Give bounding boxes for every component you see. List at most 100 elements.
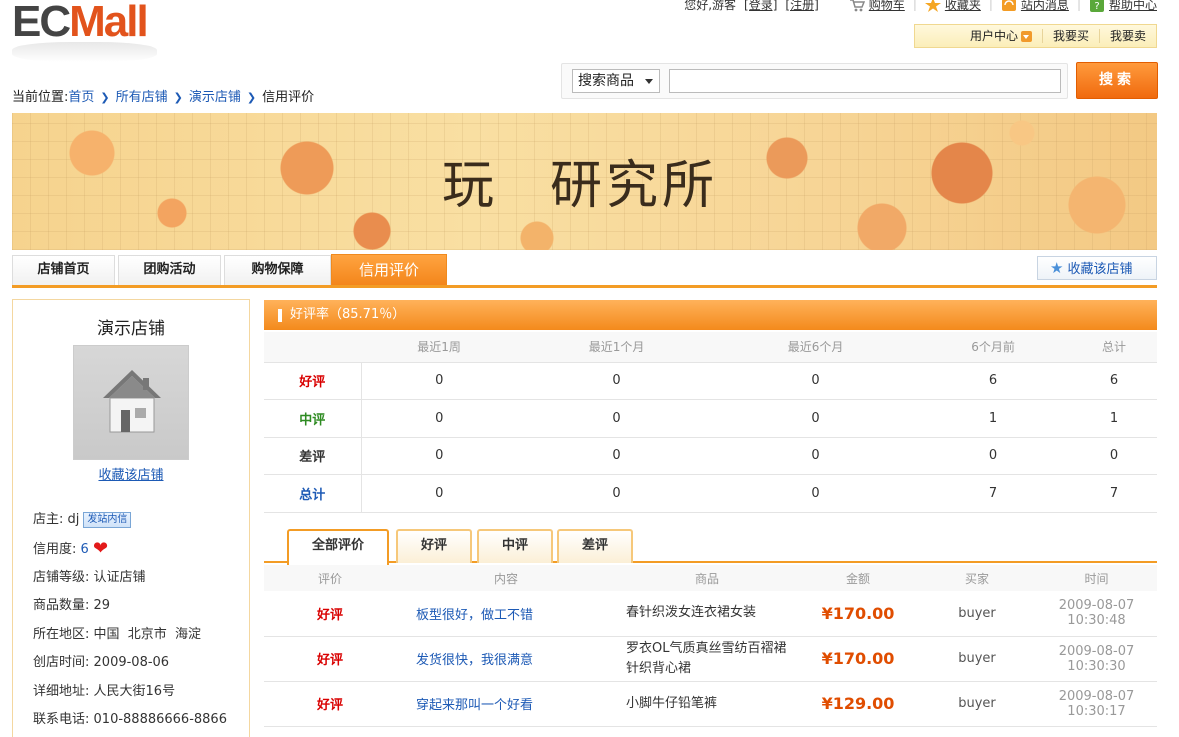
register-link[interactable]: [注册] xyxy=(785,0,818,13)
comment-content-link[interactable]: 穿起来那叫一个好看 xyxy=(396,681,616,727)
comment-buyer[interactable]: buyer xyxy=(918,681,1036,727)
comment-buyer[interactable]: buyer xyxy=(918,591,1036,637)
help-link[interactable]: ? 帮助中心 xyxy=(1089,0,1157,13)
search-button[interactable]: 搜索 xyxy=(1076,62,1158,99)
rating-count: 7 xyxy=(1071,474,1157,513)
comment-content-link[interactable] xyxy=(396,726,616,737)
tab-all-comments[interactable]: 全部评价 xyxy=(287,529,389,565)
rating-count: 0 xyxy=(517,474,717,513)
divider: | xyxy=(1076,0,1081,11)
rating-row-label: 好评 xyxy=(264,362,362,400)
rating-count: 0 xyxy=(716,362,916,400)
rating-count: 0 xyxy=(517,399,717,438)
breadcrumb-home[interactable]: 首页 xyxy=(68,90,94,105)
chevron-right-icon: ❯ xyxy=(100,91,110,104)
cart-link[interactable]: 购物车 xyxy=(849,0,905,13)
help-label[interactable]: 帮助中心 xyxy=(1109,0,1157,12)
messages-link[interactable]: 站内消息 xyxy=(1001,0,1069,13)
comment-goods-link[interactable]: 罗衣OL气质真丝雪纺百褶裙针织背心裙 xyxy=(616,636,798,682)
tab-neutral-comments[interactable]: 中评 xyxy=(477,529,553,563)
region-label: 所在地区: xyxy=(33,626,90,642)
tab-guarantee[interactable]: 购物保障 xyxy=(224,255,331,285)
breadcrumb-demo-shop[interactable]: 演示店铺 xyxy=(189,90,241,105)
rating-count: 0 xyxy=(716,474,916,513)
tab-bad-comments[interactable]: 差评 xyxy=(557,529,633,563)
comment-buyer[interactable]: buyer xyxy=(918,636,1036,682)
column-header: 商品 xyxy=(616,565,798,591)
comment-content-link[interactable]: 板型很好，做工不错 xyxy=(396,591,616,637)
fav-shop-button[interactable]: ★ 收藏该店铺 xyxy=(1037,256,1157,280)
comment-header-row: 评价 内容 商品 金额 买家 时间 xyxy=(264,565,1157,591)
banner-title: 玩研究所 xyxy=(442,143,770,218)
credit-row: 信用度: 6 ❤ xyxy=(33,535,227,564)
user-center-menu[interactable]: 用户中心 xyxy=(960,29,1042,43)
send-message-button[interactable]: 发站内信 xyxy=(83,511,132,528)
banner-char-2: 研究所 xyxy=(550,156,719,216)
heart-icon: ❤ xyxy=(92,537,109,559)
phone-label: 联系电话: xyxy=(33,712,90,728)
fav-shop-link[interactable]: 收藏该店铺 xyxy=(13,464,249,483)
comment-rating: 好评 xyxy=(264,681,396,727)
star-icon xyxy=(924,0,941,12)
favorites-label[interactable]: 收藏夹 xyxy=(945,0,981,12)
cart-icon xyxy=(849,0,865,12)
comment-price: ¥129.00 xyxy=(798,681,918,727)
rating-count: 6 xyxy=(1071,362,1157,400)
column-header: 金额 xyxy=(798,565,918,591)
shop-name: 演示店铺 xyxy=(97,319,165,339)
comment-goods-link[interactable]: 小脚牛仔铅笔裤 xyxy=(616,681,798,727)
credit-value: 6 xyxy=(80,541,89,557)
favorites-link[interactable]: 收藏夹 xyxy=(924,0,981,13)
rating-row: 中评 0 0 0 1 1 xyxy=(264,399,1157,438)
comment-time xyxy=(1036,726,1157,737)
tab-shop-home[interactable]: 店铺首页 xyxy=(12,255,115,285)
address-label: 详细地址: xyxy=(33,683,90,699)
level-value: 认证店铺 xyxy=(93,569,146,585)
comment-price xyxy=(798,726,918,737)
tab-good-comments[interactable]: 好评 xyxy=(396,529,472,563)
credit-label: 信用度: xyxy=(33,541,77,557)
comment-row: 09春季新款简约大方真 xyxy=(264,726,1157,737)
search-box: 搜索商品 xyxy=(561,63,1068,99)
tab-group-buy[interactable]: 团购活动 xyxy=(118,255,221,285)
rating-count: 0 xyxy=(716,399,916,438)
comment-buyer[interactable] xyxy=(918,726,1036,737)
rating-row: 好评 0 0 0 6 6 xyxy=(264,362,1157,400)
comment-time: 2009-08-07 10:30:30 xyxy=(1036,636,1157,682)
comment-goods-link[interactable]: 09春季新款简约大方真 xyxy=(616,726,798,737)
login-link[interactable]: [登录] xyxy=(744,0,777,13)
divider: | xyxy=(912,0,917,11)
comment-row: 好评 板型很好，做工不错 春针织泼女连衣裙女装 ¥170.00 buyer 2009-08… xyxy=(264,591,1157,637)
column-header: 6个月前 xyxy=(915,332,1072,363)
breadcrumb-current: 信用评价 xyxy=(262,90,315,105)
breadcrumb: 当前位置:首页 ❯ 所有店铺 ❯ 演示店铺 ❯ 信用评价 xyxy=(12,86,314,105)
divider: | xyxy=(988,0,993,11)
created-label: 创店时间: xyxy=(33,655,90,671)
owner-value: dj xyxy=(67,512,80,527)
cart-label[interactable]: 购物车 xyxy=(869,0,905,12)
buy-menu[interactable]: 我要买 xyxy=(1041,29,1099,43)
comment-content-link[interactable]: 发货很快，我很满意 xyxy=(396,636,616,682)
search-input[interactable] xyxy=(669,69,1061,93)
comment-goods-link[interactable]: 春针织泼女连衣裙女装 xyxy=(616,591,798,637)
sell-menu[interactable]: 我要卖 xyxy=(1098,29,1156,43)
ecmall-logo[interactable]: ECMall xyxy=(12,0,157,62)
logo-text: ECMall xyxy=(12,0,157,44)
messages-label[interactable]: 站内消息 xyxy=(1021,0,1069,12)
user-menu: 用户中心 我要买 我要卖 xyxy=(914,24,1157,48)
goods-label: 商品数量: xyxy=(33,598,90,614)
column-header: 时间 xyxy=(1036,565,1157,591)
rating-count: 0 xyxy=(1071,437,1157,475)
search-scope-select[interactable]: 搜索商品 xyxy=(572,69,660,93)
tab-credit-rating[interactable]: 信用评价 xyxy=(331,254,447,285)
comment-price: ¥170.00 xyxy=(798,636,918,682)
rating-count: 1 xyxy=(915,399,1072,438)
comment-time: 2009-08-07 10:30:17 xyxy=(1036,681,1157,727)
rating-count: 0 xyxy=(361,474,518,513)
svg-text:?: ? xyxy=(1094,1,1099,12)
breadcrumb-all-shops[interactable]: 所有店铺 xyxy=(116,90,168,105)
phone-value: 010-88886666-8866 xyxy=(93,712,227,728)
rating-count: 0 xyxy=(361,399,518,438)
logo-ec: EC xyxy=(12,0,71,46)
logo-mall: Mall xyxy=(69,0,149,46)
